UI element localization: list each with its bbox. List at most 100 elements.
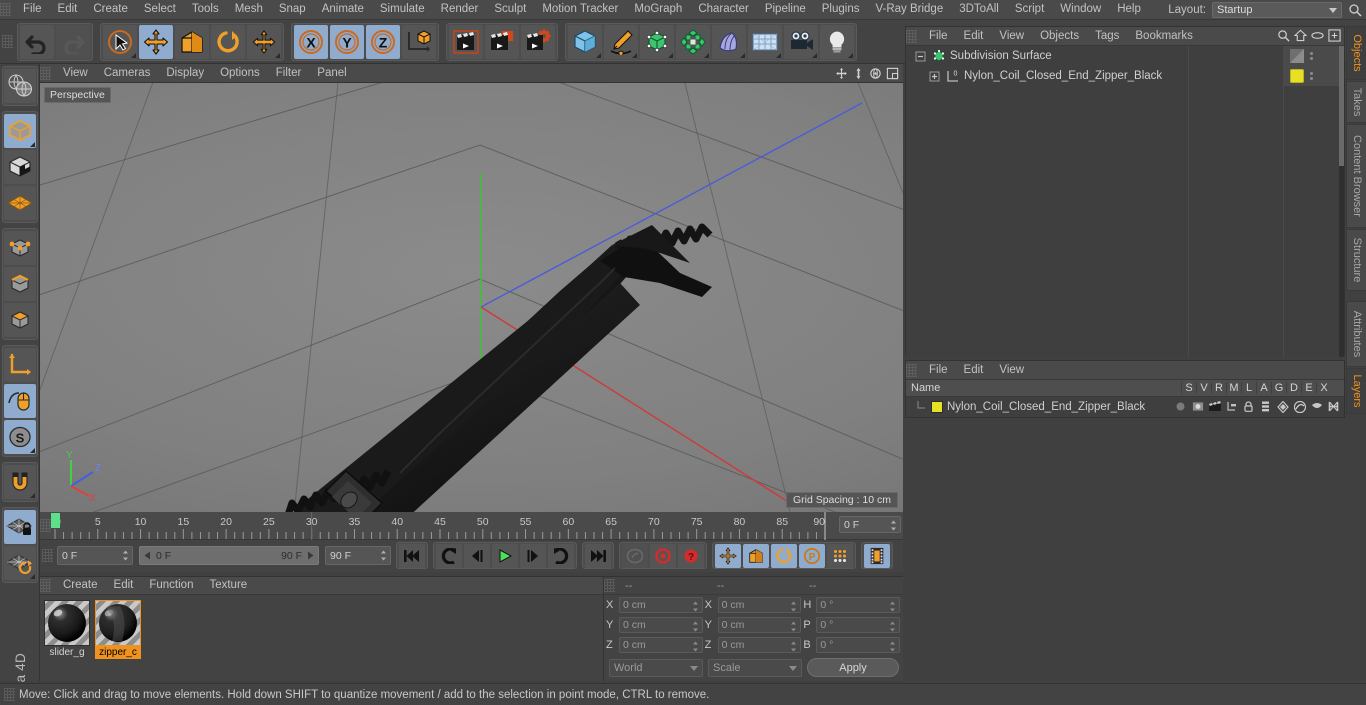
polygons-mode-icon[interactable]: [3, 303, 36, 337]
redo-icon[interactable]: [56, 24, 90, 59]
world-coord-icon[interactable]: [402, 24, 436, 59]
layer-column-a[interactable]: A: [1256, 382, 1271, 394]
deformer-icon[interactable]: [1292, 400, 1307, 413]
menu-item-select[interactable]: Select: [136, 0, 184, 19]
layer-column-s[interactable]: S: [1181, 382, 1196, 394]
coordinate-mode-dropdown[interactable]: Scale: [708, 658, 802, 677]
manager-icon[interactable]: [1224, 401, 1239, 412]
animation-icon[interactable]: [1258, 401, 1273, 412]
layer-column-e[interactable]: E: [1301, 382, 1316, 394]
menu-item-snap[interactable]: Snap: [271, 0, 314, 19]
material-menu-edit[interactable]: Edit: [106, 576, 142, 595]
generator-icon[interactable]: [1275, 400, 1290, 413]
menu-item-3dtoall[interactable]: 3DToAll: [951, 0, 1007, 19]
model-mode-icon[interactable]: [3, 114, 36, 148]
preview-range-bar[interactable]: 0 F 90 F: [139, 546, 319, 565]
layer-menu-view[interactable]: View: [991, 361, 1032, 380]
spinner-icon[interactable]: [380, 550, 387, 561]
solo-dot-icon[interactable]: [1173, 401, 1188, 412]
spinner-icon[interactable]: [790, 601, 797, 612]
key-pla-icon[interactable]: [827, 543, 853, 568]
menu-item-file[interactable]: File: [15, 0, 50, 19]
magnet-icon[interactable]: [3, 465, 36, 499]
material-tag-icon[interactable]: [1290, 69, 1304, 83]
search-icon[interactable]: [1277, 29, 1290, 42]
key-param-icon[interactable]: P: [799, 543, 825, 568]
object-menu-file[interactable]: File: [921, 27, 956, 46]
menu-grip[interactable]: [0, 3, 11, 16]
range-right-handle-icon[interactable]: [306, 551, 315, 560]
spinner-icon[interactable]: [122, 550, 129, 561]
tab-structure[interactable]: Structure: [1346, 229, 1366, 291]
viewport-solo-icon[interactable]: [3, 384, 36, 418]
viewport-menu-filter[interactable]: Filter: [268, 64, 310, 83]
viewport-3d[interactable]: Perspective Grid Spacing : 10 cm Y Z X: [40, 83, 903, 512]
frame-start-field[interactable]: 0 F: [57, 546, 133, 565]
range-left-handle-icon[interactable]: [143, 551, 152, 560]
coord-position-field[interactable]: 0 cm: [619, 617, 703, 633]
layer-column-m[interactable]: M: [1226, 382, 1241, 394]
layer-menu-file[interactable]: File: [921, 361, 956, 380]
spinner-icon[interactable]: [889, 641, 896, 652]
camera-icon[interactable]: [784, 24, 818, 59]
timeline-ruler[interactable]: 051015202530354045505560657075808590 0 F: [40, 512, 903, 540]
expression-icon[interactable]: [1309, 402, 1324, 412]
object-row[interactable]: Subdivision Surface: [906, 46, 1362, 66]
layer-column-v[interactable]: V: [1196, 382, 1211, 394]
layer-column-name[interactable]: Name: [906, 382, 1181, 394]
x-axis-icon[interactable]: X: [294, 24, 328, 59]
dolly-icon[interactable]: [851, 66, 865, 80]
object-manager-scrollbar[interactable]: [1339, 46, 1344, 357]
tab-layers[interactable]: Layers: [1346, 368, 1366, 414]
pen-spline-icon[interactable]: [604, 24, 638, 59]
spinner-icon[interactable]: [889, 601, 896, 612]
menu-item-simulate[interactable]: Simulate: [372, 0, 433, 19]
coord-size-field[interactable]: 0 cm: [717, 617, 802, 633]
next-key-icon[interactable]: [548, 543, 574, 568]
layer-row[interactable]: Nylon_Coil_Closed_End_Zipper_Black: [906, 397, 1344, 416]
spinner-icon[interactable]: [889, 621, 896, 632]
layer-column-l[interactable]: L: [1241, 382, 1256, 394]
current-frame-field[interactable]: 0 F: [839, 516, 901, 533]
tab-takes[interactable]: Takes: [1346, 81, 1366, 123]
spinner-icon[interactable]: [692, 601, 699, 612]
menu-item-render[interactable]: Render: [433, 0, 487, 19]
move-alt-icon[interactable]: [247, 24, 281, 59]
layer-manager-grip[interactable]: [906, 363, 917, 377]
coord-position-field[interactable]: 0 cm: [619, 597, 703, 613]
edges-mode-icon[interactable]: [3, 267, 36, 301]
menu-item-script[interactable]: Script: [1007, 0, 1052, 19]
move-icon[interactable]: [139, 24, 173, 59]
coord-rotation-field[interactable]: 0 °: [816, 637, 901, 653]
menu-item-mograph[interactable]: MoGraph: [626, 0, 690, 19]
viewport-menu-panel[interactable]: Panel: [309, 64, 354, 83]
workplane-mode-icon[interactable]: [3, 186, 36, 220]
viewport-menu-view[interactable]: View: [55, 64, 96, 83]
key-scale-icon[interactable]: [743, 543, 769, 568]
coord-size-field[interactable]: 0 cm: [717, 597, 802, 613]
layer-column-g[interactable]: G: [1271, 382, 1286, 394]
search-icon[interactable]: [1348, 3, 1362, 17]
menu-item-plugins[interactable]: Plugins: [814, 0, 868, 19]
key-position-icon[interactable]: [715, 543, 741, 568]
viewport-menu-display[interactable]: Display: [158, 64, 212, 83]
menu-item-edit[interactable]: Edit: [50, 0, 86, 19]
menu-item-motion-tracker[interactable]: Motion Tracker: [534, 0, 626, 19]
layer-menu-edit[interactable]: Edit: [956, 361, 992, 380]
lock-icon[interactable]: [1241, 401, 1256, 412]
layer-column-d[interactable]: D: [1286, 382, 1301, 394]
object-menu-bookmarks[interactable]: Bookmarks: [1127, 27, 1201, 46]
menu-item-create[interactable]: Create: [85, 0, 136, 19]
material-thumbnail[interactable]: [44, 600, 90, 646]
autokey-icon[interactable]: [622, 543, 648, 568]
go-to-end-icon[interactable]: [585, 543, 611, 568]
object-menu-edit[interactable]: Edit: [956, 27, 992, 46]
points-mode-icon[interactable]: [3, 231, 36, 265]
previous-key-icon[interactable]: [436, 543, 462, 568]
menu-item-pipeline[interactable]: Pipeline: [757, 0, 814, 19]
timeline-grip[interactable]: [40, 519, 51, 532]
material-menu-function[interactable]: Function: [141, 576, 201, 595]
layer-color-swatch[interactable]: [931, 400, 943, 413]
menu-item-mesh[interactable]: Mesh: [227, 0, 271, 19]
render-settings-icon[interactable]: [521, 24, 555, 59]
